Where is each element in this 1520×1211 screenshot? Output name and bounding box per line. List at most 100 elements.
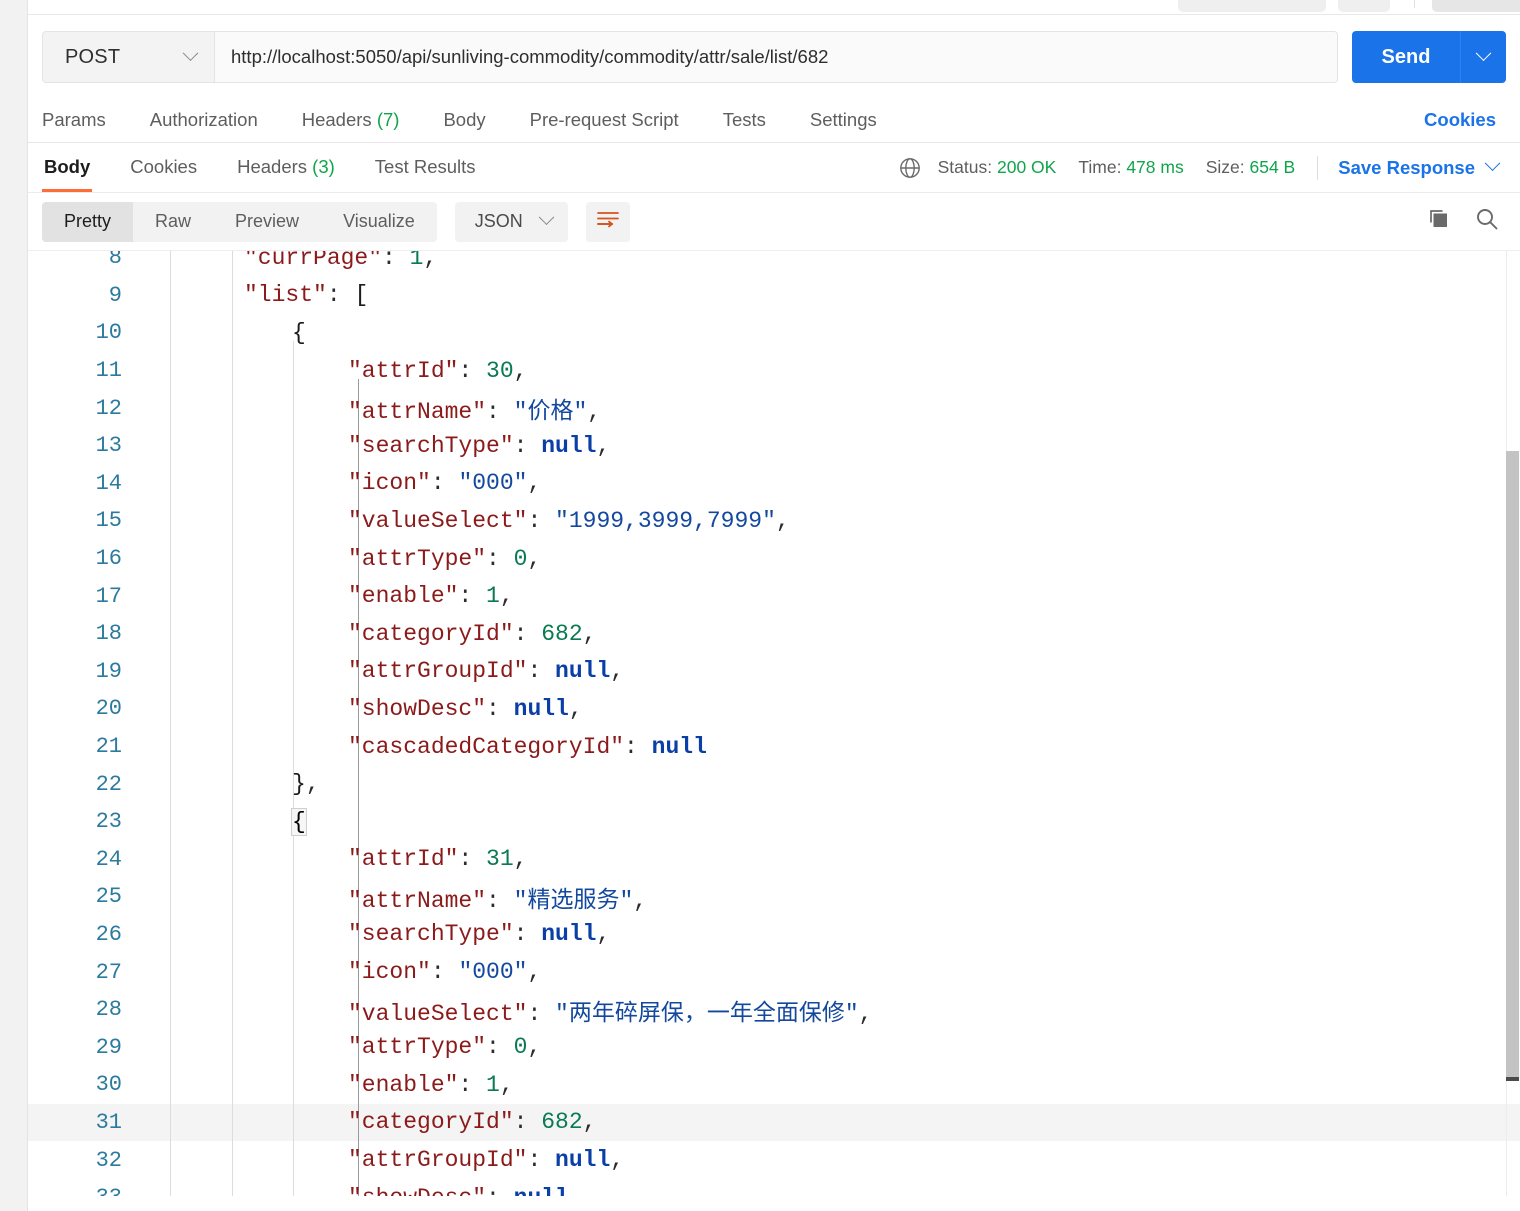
- wrap-lines-button[interactable]: [585, 201, 630, 242]
- token-k: "attrName": [348, 887, 487, 914]
- tab-pre-request-script[interactable]: Pre-request Script: [530, 109, 679, 131]
- http-method-select[interactable]: POST: [43, 32, 215, 82]
- token-p: ,: [587, 399, 602, 426]
- token-p: :: [486, 545, 514, 572]
- cookies-link[interactable]: Cookies: [1424, 109, 1496, 131]
- token-k: "list": [244, 282, 327, 309]
- code-line: 27 "icon": "000",: [28, 953, 1520, 991]
- send-options-button[interactable]: [1460, 31, 1506, 83]
- token-k: "attrName": [348, 399, 487, 426]
- token-k: "valueSelect": [348, 507, 528, 534]
- token-nul: null: [514, 1185, 569, 1196]
- response-tab-cookies[interactable]: Cookies: [128, 143, 199, 192]
- line-number: 27: [95, 959, 122, 985]
- code-lines: 8 "currPage": 1, 9 "list": [10{11 "attrId": …: [28, 250, 1520, 1196]
- token-p: ,: [568, 695, 583, 722]
- tab-params-label: Params: [42, 109, 106, 130]
- token-k: "attrId": [348, 357, 459, 384]
- code-line: 16 "attrType": 0,: [28, 540, 1520, 578]
- token-p: :: [486, 1034, 514, 1061]
- token-p: ,: [858, 1000, 873, 1027]
- postman-window: POST Send Params Authorization Headers: [0, 0, 1520, 1211]
- line-number: 21: [95, 734, 122, 760]
- view-mode-preview[interactable]: Preview: [213, 202, 321, 242]
- time-value: 478 ms: [1126, 157, 1184, 177]
- token-p: ,: [499, 583, 514, 610]
- view-mode-visualize[interactable]: Visualize: [321, 202, 437, 242]
- chrome-divider: [1414, 0, 1415, 8]
- chrome-pill-3: [1432, 0, 1520, 12]
- token-p: ,: [582, 620, 597, 647]
- token-k: "icon": [348, 959, 431, 986]
- code-text: {: [144, 320, 306, 346]
- tab-settings[interactable]: Settings: [810, 109, 877, 131]
- token-k: "showDesc": [348, 695, 487, 722]
- chrome-pill-1: [1178, 0, 1326, 12]
- line-number: 20: [95, 696, 122, 722]
- code-line: 14 "icon": "000",: [28, 465, 1520, 503]
- line-number: 16: [95, 546, 122, 572]
- token-brc: }: [292, 771, 306, 798]
- token-p: ,: [527, 470, 542, 497]
- vertical-scrollbar[interactable]: [1506, 251, 1520, 1196]
- token-p: :: [513, 620, 542, 647]
- token-p: :: [458, 846, 487, 873]
- view-mode-pretty[interactable]: Pretty: [42, 201, 134, 242]
- window-chrome-strip: [28, 0, 1520, 15]
- tab-headers[interactable]: Headers (7): [302, 109, 400, 131]
- token-p: :: [458, 1071, 487, 1098]
- tab-pre-request-script-label: Pre-request Script: [529, 109, 679, 130]
- chrome-pill-2: [1338, 0, 1390, 12]
- tab-settings-label: Settings: [809, 109, 877, 130]
- left-rail: [0, 0, 28, 1211]
- code-text: "attrType": 0,: [144, 546, 541, 572]
- token-nul: null: [541, 432, 597, 459]
- token-p: ,: [610, 1147, 625, 1174]
- response-tab-test-results[interactable]: Test Results: [373, 143, 478, 192]
- token-n: 1: [486, 583, 500, 610]
- tab-tests[interactable]: Tests: [723, 109, 766, 131]
- token-p: :: [326, 282, 355, 309]
- tab-authorization[interactable]: Authorization: [150, 109, 258, 131]
- response-tab-body[interactable]: Body: [42, 143, 93, 192]
- view-mode-raw[interactable]: Raw: [133, 202, 213, 242]
- token-n: 682: [541, 1109, 583, 1136]
- token-k: "attrId": [348, 846, 459, 873]
- format-select[interactable]: JSON: [454, 201, 568, 242]
- scrollbar-thumb[interactable]: [1506, 451, 1519, 1081]
- response-actions: [1426, 206, 1500, 237]
- search-button[interactable]: [1474, 206, 1500, 237]
- token-p: ,: [423, 250, 438, 271]
- tab-body-label: Body: [443, 109, 486, 130]
- line-number: 10: [95, 320, 122, 346]
- token-nul: null: [541, 921, 597, 948]
- token-p: ,: [527, 1034, 542, 1061]
- url-input[interactable]: [215, 32, 1337, 82]
- token-p: :: [458, 583, 487, 610]
- token-p: :: [430, 959, 459, 986]
- tab-body[interactable]: Body: [443, 109, 485, 131]
- response-tab-body-label: Body: [44, 156, 91, 177]
- token-brc-box: {: [291, 807, 307, 836]
- code-text: "categoryId": 682,: [144, 1109, 596, 1135]
- save-response-button[interactable]: Save Response: [1338, 155, 1501, 179]
- token-p: :: [486, 695, 514, 722]
- send-button[interactable]: Send: [1352, 31, 1460, 83]
- token-nul: null: [555, 658, 611, 685]
- token-n: 1: [409, 250, 424, 271]
- token-s: "1999,3999,7999": [555, 507, 776, 534]
- token-k: "attrType": [348, 545, 487, 572]
- tab-params[interactable]: Params: [42, 109, 106, 131]
- token-p: ,: [633, 887, 648, 914]
- token-s: "000": [458, 470, 528, 497]
- copy-button[interactable]: [1426, 206, 1452, 237]
- code-line: 12 "attrName": "价格",: [28, 389, 1520, 427]
- token-p: :: [486, 887, 514, 914]
- code-text: "attrName": "精选服务",: [144, 880, 647, 914]
- response-tab-test-results-label: Test Results: [374, 156, 476, 177]
- response-body-viewer[interactable]: 8 "currPage": 1, 9 "list": [10{11 "attrId": …: [28, 250, 1520, 1196]
- response-tab-headers[interactable]: Headers (3): [235, 143, 337, 192]
- token-s: "价格": [513, 399, 588, 426]
- token-p: ,: [569, 1185, 583, 1196]
- send-group: Send: [1352, 31, 1506, 83]
